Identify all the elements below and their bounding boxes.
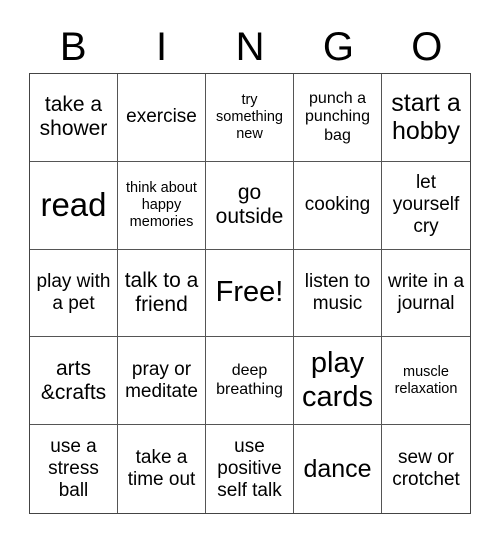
cell-label: take a time out — [127, 447, 196, 491]
header-letter-i: I — [156, 25, 168, 69]
cell-label: read — [40, 186, 107, 224]
cell-label: exercise — [126, 106, 197, 128]
cell-label: dance — [303, 454, 372, 483]
cell-label: write in a journal — [387, 271, 465, 314]
bingo-cell[interactable]: play cards — [294, 337, 382, 426]
bingo-header: B I N G O — [29, 22, 471, 72]
cell-label: talk to a friend — [124, 268, 199, 316]
bingo-cell[interactable]: sew or crotchet — [382, 425, 470, 513]
cell-label: think about happy memories — [126, 180, 197, 230]
header-letter-n: N — [235, 25, 265, 69]
bingo-cell[interactable]: read — [30, 161, 118, 250]
cell-label: deep breathing — [216, 362, 283, 398]
header-letter-b: B — [59, 25, 87, 69]
header-letter-o: O — [411, 25, 443, 69]
bingo-cell[interactable]: pray or meditate — [118, 337, 206, 426]
cell-label: punch a punching bag — [305, 89, 370, 144]
cell-label: let yourself cry — [392, 172, 460, 238]
bingo-cell[interactable]: go outside — [206, 161, 294, 250]
cell-label: use a stress ball — [48, 436, 99, 502]
cell-label: cooking — [304, 194, 371, 216]
free-space-cell[interactable]: Free! — [206, 249, 294, 338]
cell-label: listen to music — [304, 271, 371, 314]
bingo-cell[interactable]: try something new — [206, 74, 294, 162]
cell-label: play cards — [302, 347, 373, 413]
bingo-cell[interactable]: dance — [294, 425, 382, 513]
bingo-cell[interactable]: take a shower — [30, 74, 118, 162]
cell-label: try something new — [216, 92, 283, 142]
bingo-cell[interactable]: deep breathing — [206, 337, 294, 426]
cell-label: pray or meditate — [125, 358, 198, 402]
cell-label: go outside — [215, 181, 284, 229]
bingo-grid: take a shower exercise try something new pu… — [29, 73, 471, 514]
bingo-cell[interactable]: use positive self talk — [206, 425, 294, 513]
bingo-cell[interactable]: write in a journal — [382, 250, 470, 338]
cell-label: take a shower — [39, 93, 108, 141]
bingo-cell[interactable]: play with a pet — [30, 249, 118, 338]
bingo-cell[interactable]: cooking — [294, 161, 382, 250]
bingo-cell[interactable]: use a stress ball — [30, 425, 118, 513]
bingo-cell[interactable]: talk to a friend — [118, 249, 206, 338]
header-letter-g: G — [322, 25, 354, 69]
cell-label: arts &crafts — [40, 356, 107, 404]
cell-label: use positive self talk — [217, 436, 282, 502]
bingo-cell[interactable]: take a time out — [118, 425, 206, 513]
bingo-cell[interactable]: listen to music — [294, 249, 382, 338]
cell-label: start a hobby — [391, 88, 461, 146]
cell-label: Free! — [215, 276, 284, 309]
bingo-cell[interactable]: muscle relaxation — [382, 337, 470, 426]
cell-label: muscle relaxation — [394, 364, 458, 397]
bingo-cell[interactable]: think about happy memories — [118, 161, 206, 250]
bingo-cell[interactable]: start a hobby — [382, 74, 470, 162]
cell-label: play with a pet — [36, 271, 111, 314]
bingo-cell[interactable]: let yourself cry — [382, 162, 470, 250]
bingo-cell[interactable]: punch a punching bag — [294, 74, 382, 162]
bingo-cell[interactable]: arts &crafts — [30, 337, 118, 426]
bingo-cell[interactable]: exercise — [118, 74, 206, 162]
cell-label: sew or crotchet — [392, 447, 460, 491]
